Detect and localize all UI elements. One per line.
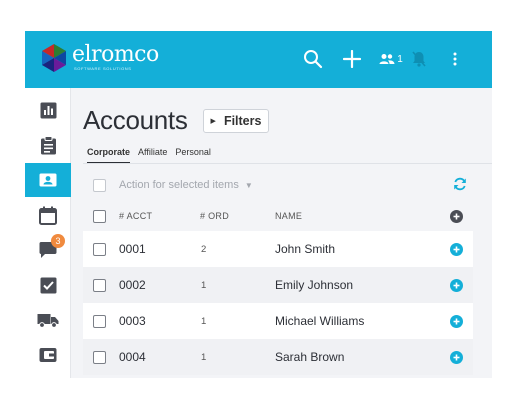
- sidebar: 3: [25, 88, 71, 378]
- acct-cell: 0003: [119, 314, 146, 328]
- row-add-button[interactable]: [450, 279, 463, 292]
- tab-personal[interactable]: Personal: [175, 147, 211, 164]
- refresh-button[interactable]: [453, 177, 467, 196]
- add-column-button[interactable]: [450, 210, 463, 223]
- clipboard-icon: [40, 135, 56, 154]
- sidebar-item-tasks[interactable]: [25, 128, 71, 162]
- row-checkbox[interactable]: [93, 315, 106, 328]
- table-row[interactable]: 0002 1 Emily Johnson: [83, 267, 473, 303]
- plus-circle-icon: [450, 210, 463, 223]
- name-cell: John Smith: [275, 242, 336, 256]
- plus-circle-icon: [450, 315, 463, 328]
- wallet-icon: [39, 348, 57, 362]
- acct-cell: 0004: [119, 350, 146, 364]
- table-header-row: # ACCT # ORD NAME: [83, 201, 473, 231]
- sidebar-item-messages[interactable]: 3: [25, 233, 71, 267]
- brand-name: elromco: [72, 42, 159, 67]
- refresh-icon: [454, 177, 466, 191]
- plus-icon: [343, 50, 361, 68]
- bulk-action-bar: Action for selected items ▼: [83, 171, 492, 200]
- more-menu-button[interactable]: [445, 45, 465, 73]
- acct-cell: 0002: [119, 278, 146, 292]
- online-users-count: 1: [397, 53, 403, 65]
- app-window: elromco SOFTWARE SOLUTIONS 1 3 Accounts …: [25, 31, 492, 378]
- users-icon: [379, 54, 395, 64]
- ord-cell: 2: [201, 243, 207, 255]
- table-row[interactable]: 0001 2 John Smith: [83, 231, 473, 267]
- bulk-select-checkbox[interactable]: [93, 179, 106, 192]
- filters-button[interactable]: ▶ Filters: [203, 109, 269, 133]
- row-add-button[interactable]: [450, 351, 463, 364]
- row-checkbox[interactable]: [93, 351, 106, 364]
- calendar-icon: [39, 206, 57, 225]
- caret-right-icon: ▶: [210, 118, 216, 125]
- brand-tagline: SOFTWARE SOLUTIONS: [74, 66, 132, 71]
- ord-cell: 1: [201, 279, 207, 291]
- top-bar: elromco SOFTWARE SOLUTIONS 1: [25, 31, 492, 88]
- row-add-button[interactable]: [450, 315, 463, 328]
- name-cell: Sarah Brown: [275, 350, 345, 364]
- table-row[interactable]: 0003 1 Michael Williams: [83, 303, 473, 339]
- chevron-down-icon: ▼: [244, 181, 253, 190]
- column-name[interactable]: NAME: [275, 211, 302, 221]
- page-title: Accounts: [83, 105, 188, 135]
- name-cell: Emily Johnson: [275, 278, 354, 292]
- ord-cell: 1: [201, 351, 207, 363]
- acct-cell: 0001: [119, 242, 146, 256]
- plus-circle-icon: [450, 243, 463, 256]
- bar-chart-icon: [40, 102, 56, 118]
- bell-slash-icon: [412, 51, 426, 67]
- sidebar-item-delivery[interactable]: [25, 303, 71, 337]
- sidebar-item-billing[interactable]: [25, 338, 71, 372]
- add-button[interactable]: [339, 45, 365, 73]
- search-icon: [304, 50, 323, 69]
- checkbox-icon: [40, 277, 56, 293]
- notifications-button[interactable]: [407, 45, 431, 73]
- row-checkbox[interactable]: [93, 243, 106, 256]
- truck-icon: [37, 313, 59, 328]
- tabs-divider: [83, 163, 492, 164]
- plus-circle-icon: [450, 351, 463, 364]
- sidebar-item-accounts[interactable]: [25, 163, 71, 197]
- filters-label: Filters: [223, 114, 262, 128]
- unread-badge: 3: [51, 234, 65, 248]
- kebab-menu-icon: [453, 52, 457, 66]
- column-acct[interactable]: # ACCT: [119, 211, 152, 221]
- select-all-checkbox[interactable]: [93, 210, 106, 223]
- online-users-button[interactable]: 1: [376, 45, 406, 73]
- account-type-tabs: Corporate Affiliate Personal: [87, 147, 219, 164]
- name-cell: Michael Williams: [275, 314, 365, 328]
- sidebar-item-checklist[interactable]: [25, 268, 71, 302]
- sidebar-item-calendar[interactable]: [25, 198, 71, 232]
- ord-cell: 1: [201, 315, 207, 327]
- row-add-button[interactable]: [450, 243, 463, 256]
- sidebar-item-reports[interactable]: [25, 93, 71, 127]
- table-row[interactable]: 0004 1 Sarah Brown: [83, 339, 473, 375]
- search-button[interactable]: [299, 45, 327, 73]
- row-checkbox[interactable]: [93, 279, 106, 292]
- contact-card-icon: [39, 173, 57, 187]
- bulk-action-select[interactable]: Action for selected items ▼: [119, 179, 253, 191]
- brand-logo[interactable]: elromco SOFTWARE SOLUTIONS: [40, 43, 159, 73]
- column-ord[interactable]: # ORD: [200, 211, 229, 221]
- tab-affiliate[interactable]: Affiliate: [138, 147, 167, 164]
- logo-mark-icon: [40, 43, 68, 73]
- tab-corporate[interactable]: Corporate: [87, 147, 131, 164]
- bulk-action-placeholder: Action for selected items: [119, 179, 239, 191]
- plus-circle-icon: [450, 279, 463, 292]
